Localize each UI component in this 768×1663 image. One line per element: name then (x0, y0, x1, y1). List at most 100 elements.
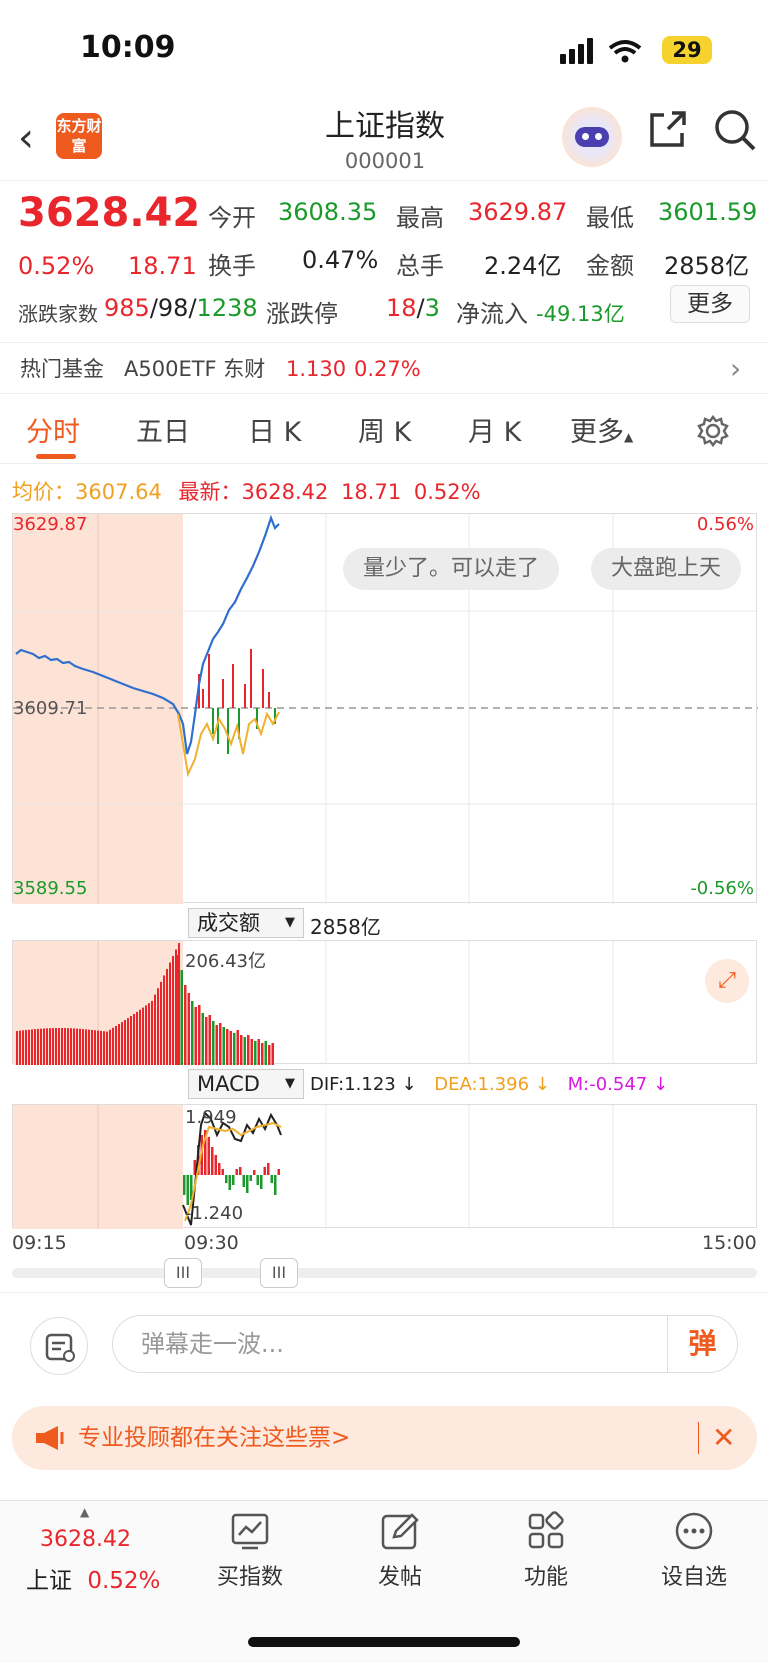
advisor-notice-banner[interactable]: 专业投顾都在关注这些票> ✕ (12, 1406, 757, 1470)
tab-daily-k[interactable]: 日 K (248, 410, 301, 449)
volume-bar (172, 956, 174, 1065)
functions-button[interactable]: 功能 (486, 1511, 606, 1591)
volume-bar (145, 1005, 147, 1065)
settings-gear-icon[interactable] (696, 414, 730, 448)
volume-bar (79, 1028, 81, 1065)
back-icon[interactable]: ‹ (18, 115, 34, 161)
search-icon[interactable] (712, 107, 758, 153)
limit-label: 涨跌停 (266, 300, 338, 328)
stock-code: 000001 (344, 149, 426, 173)
volume-bar (88, 1029, 90, 1065)
home-indicator (248, 1637, 520, 1647)
volume-bar (151, 1000, 153, 1065)
notice-text: 专业投顾都在关注这些票> (78, 1425, 351, 1451)
volume-bar (121, 1022, 123, 1065)
add-watchlist-button[interactable]: 设自选 (634, 1511, 754, 1591)
open-value: 3608.35 (278, 198, 378, 226)
macd-bar (267, 1163, 270, 1175)
close-icon[interactable]: ✕ (712, 1406, 735, 1470)
danmu-settings-icon[interactable] (30, 1317, 88, 1375)
volume-bar (215, 1025, 218, 1065)
volume-bar (130, 1016, 132, 1065)
macd-bar (263, 1167, 266, 1175)
volume-bar (52, 1028, 54, 1065)
volume-bar (264, 1041, 267, 1065)
macd-bar (211, 1147, 214, 1175)
macd-bar (225, 1175, 228, 1183)
caret-up-icon: ▲ (80, 1505, 90, 1519)
volume-bar (250, 1039, 253, 1065)
volume-bar (61, 1028, 63, 1065)
netflow-value: -49.13亿 (536, 302, 625, 326)
volume-bar (82, 1029, 84, 1065)
slider-handle-right[interactable]: III (260, 1258, 298, 1288)
share-icon[interactable] (646, 109, 688, 151)
macd-bar (270, 1175, 273, 1183)
danmu-input[interactable]: 弹幕走一波... 弹 (112, 1315, 738, 1373)
volume-bar (229, 1031, 232, 1065)
chart-tabs: 分时 五日 日 K 周 K 月 K 更多▲ (0, 394, 768, 464)
macd-panel[interactable]: 1.949 -1.240 (12, 1104, 757, 1229)
danmu-bubble[interactable]: 量少了。可以走了 (343, 548, 560, 590)
macd-bar (183, 1175, 186, 1195)
volume-indicator-select[interactable]: 成交额 ▼ (188, 908, 304, 938)
assistant-robot-icon[interactable] (562, 107, 622, 167)
tab-five-day[interactable]: 五日 (136, 410, 190, 449)
volume-label: 总手 (396, 252, 444, 280)
danmu-send-button[interactable]: 弹 (667, 1316, 737, 1372)
tab-intraday[interactable]: 分时 (26, 410, 80, 449)
volume-bar (64, 1028, 66, 1065)
bottom-index-name: 上证 (26, 1568, 72, 1594)
expand-icon[interactable]: ⤢ (705, 959, 749, 1003)
macd-bar (253, 1170, 256, 1175)
volume-bar (187, 993, 190, 1065)
flat-count: 98 (157, 294, 189, 322)
buy-index-button[interactable]: 买指数 (190, 1511, 310, 1591)
macd-bar (260, 1175, 263, 1189)
bottom-pct: 0.52% (87, 1568, 161, 1594)
volume-bar (31, 1029, 33, 1065)
macd-bar (214, 1155, 217, 1175)
high-value: 3629.87 (468, 198, 568, 226)
macd-indicator-select[interactable]: MACD ▼ (188, 1069, 304, 1099)
volume-bar (166, 968, 168, 1065)
time-label-close: 15:00 (702, 1232, 757, 1254)
volume-bar (212, 1021, 215, 1065)
slider-handle-left[interactable]: III (164, 1258, 202, 1288)
last-value: 3628.42 (241, 480, 329, 504)
more-button[interactable]: 更多 (670, 285, 750, 323)
volume-panel[interactable]: 206.43亿 ⤢ (12, 940, 757, 1065)
volume-bar (175, 949, 177, 1065)
avg-value: 3607.64 (75, 480, 162, 504)
hot-fund-row[interactable]: 热门基金 A500ETF 东财 1.130 0.27% › (0, 342, 768, 394)
volume-bar (97, 1030, 99, 1065)
tab-monthly-k[interactable]: 月 K (468, 410, 521, 449)
danmu-bubble[interactable]: 大盘跑上天 (591, 548, 742, 590)
volume-bar (109, 1029, 111, 1065)
danmu-row: 弹幕走一波... 弹 (0, 1292, 768, 1392)
volume-bar (169, 962, 171, 1065)
bottom-pct-label: -0.56% (690, 878, 754, 899)
bottom-index-summary[interactable]: 上证 0.52% (26, 1561, 160, 1595)
volume-bar (67, 1028, 69, 1065)
tab-more[interactable]: 更多▲ (570, 410, 633, 449)
avg-label: 均价： (12, 480, 75, 504)
signal-icon (560, 38, 642, 64)
up-count: 985 (104, 294, 150, 322)
post-button[interactable]: 发帖 (340, 1511, 460, 1591)
volume-bar (19, 1030, 21, 1065)
time-label-open: 09:30 (184, 1232, 239, 1254)
bottom-price: 3628.42 (40, 1527, 131, 1552)
intraday-chart[interactable]: 3629.87 3609.71 3589.55 0.56% -0.56% 量少了… (12, 513, 758, 904)
volume-bar (73, 1028, 75, 1065)
time-range-slider[interactable] (12, 1268, 757, 1278)
volume-bar (91, 1029, 93, 1065)
volume-bar (261, 1043, 264, 1065)
active-tab-indicator (36, 454, 76, 459)
volume-bar (243, 1037, 246, 1065)
tab-weekly-k[interactable]: 周 K (358, 410, 411, 449)
volume-bar (40, 1028, 42, 1065)
chevron-right-icon: › (730, 352, 742, 385)
macd-bar (246, 1175, 249, 1193)
volume-bar (148, 1003, 150, 1065)
